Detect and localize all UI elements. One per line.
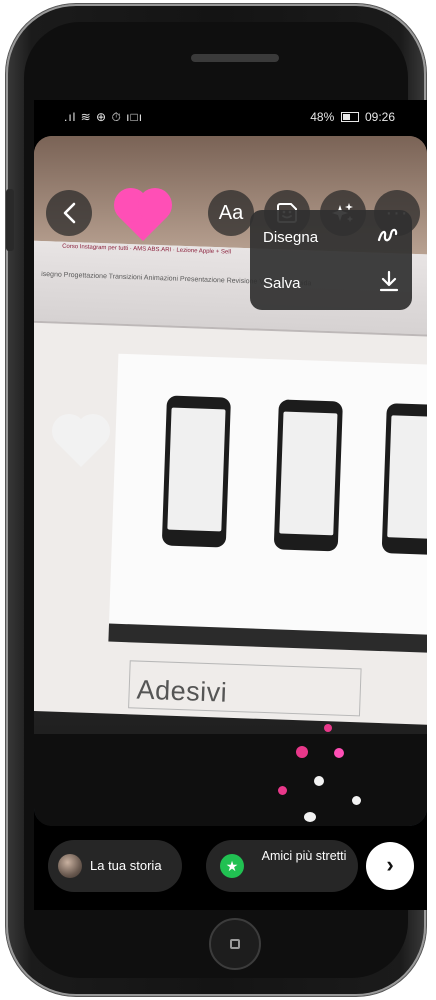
download-icon bbox=[378, 270, 400, 297]
draw-squiggle-icon bbox=[376, 224, 400, 251]
heart-sticker-small[interactable] bbox=[278, 786, 287, 795]
chevron-left-icon bbox=[63, 202, 76, 224]
slide-phone-2 bbox=[273, 399, 343, 552]
text-tool-button[interactable]: Aa bbox=[208, 190, 254, 236]
home-square-icon bbox=[230, 939, 240, 949]
close-friends-label: Amici più stretti bbox=[261, 849, 347, 863]
battery-level: 48% bbox=[310, 110, 335, 124]
slide-phone-1 bbox=[161, 395, 231, 548]
chevron-right-icon: › bbox=[386, 852, 394, 877]
slide-phone-3 bbox=[381, 403, 427, 556]
share-bar: La tua storia ★ Amici più stretti › bbox=[34, 840, 427, 910]
photo-slide bbox=[109, 353, 427, 636]
avatar bbox=[58, 854, 82, 878]
heart-sticker-small[interactable] bbox=[334, 748, 344, 758]
close-friends-button[interactable]: ★ Amici più stretti bbox=[206, 840, 358, 892]
next-button[interactable]: › bbox=[366, 842, 414, 890]
screen: .ıl ≋ ⊕ ⏱ ı□ı 48% 09:26 Corso Instagram … bbox=[34, 100, 427, 910]
home-button[interactable] bbox=[209, 918, 261, 970]
star-icon: ★ bbox=[220, 854, 244, 878]
battery-icon bbox=[340, 112, 359, 122]
menu-item-label: Salva bbox=[263, 274, 301, 292]
clock: 09:26 bbox=[364, 110, 395, 124]
earpiece-speaker bbox=[191, 54, 279, 62]
photo-monitor: Corso Instagram per tutti · AMS ABS.ARI … bbox=[34, 240, 427, 826]
heart-sticker-small[interactable] bbox=[296, 746, 308, 758]
menu-item-save[interactable]: Salva bbox=[250, 260, 412, 306]
your-story-button[interactable]: La tua storia bbox=[48, 840, 182, 892]
heart-sticker-small[interactable] bbox=[314, 776, 324, 786]
heart-sticker-small[interactable] bbox=[352, 796, 361, 805]
heart-sticker-small[interactable] bbox=[324, 724, 332, 732]
slide-text-adesivi: Adesivi bbox=[136, 674, 228, 708]
status-icons: .ıl ≋ ⊕ ⏱ ı□ı bbox=[64, 110, 144, 124]
your-story-label: La tua storia bbox=[90, 858, 162, 873]
back-button[interactable] bbox=[46, 190, 92, 236]
volume-button bbox=[6, 189, 14, 251]
heart-sticker-small[interactable] bbox=[304, 812, 316, 822]
menu-item-draw[interactable]: Disegna bbox=[250, 214, 412, 260]
menu-item-label: Disegna bbox=[263, 228, 319, 246]
more-options-menu: Disegna Salva bbox=[250, 210, 412, 310]
status-bar: .ıl ≋ ⊕ ⏱ ı□ı 48% 09:26 bbox=[34, 100, 427, 132]
photo-desk bbox=[34, 734, 427, 826]
